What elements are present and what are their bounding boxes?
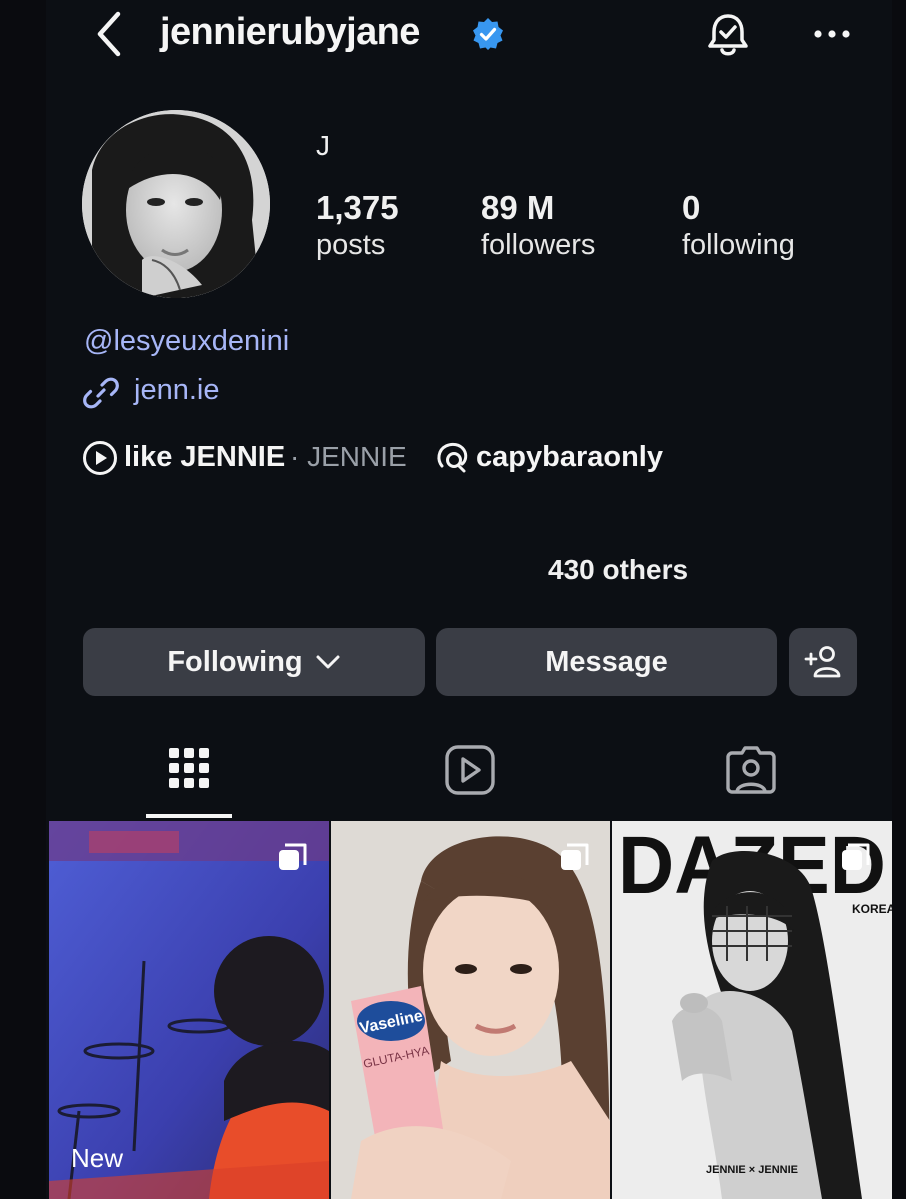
profile-header: jennierubyjane [0, 0, 906, 70]
new-post-badge: New [71, 1143, 124, 1173]
threads-handle[interactable]: capybaraonly [476, 441, 663, 474]
post-tile[interactable]: DAZED KOREA JENNIE × JENNIE [612, 821, 892, 1199]
tab-tagged[interactable] [723, 742, 779, 798]
followed-by-text[interactable]: 430 others [548, 554, 688, 586]
music-song-title[interactable]: like JENNIE [124, 441, 285, 474]
profile-music-row: like JENNIE · JENNIE capybaraonly [82, 438, 782, 478]
website-link-text: jenn.ie [134, 374, 220, 406]
profile-avatar[interactable] [82, 110, 270, 298]
screen-edge-right [892, 0, 906, 1199]
tab-grid[interactable] [161, 742, 217, 798]
tab-selected-indicator [146, 814, 232, 818]
grid-icon [169, 748, 209, 788]
suggested-people-button[interactable] [789, 628, 857, 696]
following-button-label: Following [167, 645, 303, 678]
music-artist: · JENNIE [290, 441, 407, 472]
threads-icon[interactable] [434, 440, 470, 476]
notifications-button[interactable] [704, 10, 752, 60]
verified-badge-icon [470, 16, 506, 52]
tagged-icon [726, 746, 776, 794]
stat-label: followers [481, 229, 596, 261]
post-tile[interactable]: Vaseline GLUTA-HYA [331, 821, 610, 1199]
back-button[interactable] [92, 10, 132, 58]
reels-icon [445, 745, 495, 795]
stat-value: 0 [682, 189, 701, 226]
stat-label: following [682, 229, 795, 261]
stat-value: 1,375 [316, 189, 399, 226]
link-icon [83, 377, 119, 409]
stat-posts[interactable]: 1,375 posts [316, 190, 399, 264]
dazed-caption-text: JENNIE × JENNIE [706, 1164, 798, 1176]
profile-display-name: J [316, 130, 330, 161]
following-button[interactable]: Following [83, 628, 425, 696]
stat-label: posts [316, 229, 386, 261]
profile-username: jennierubyjane [160, 11, 420, 53]
post-tile[interactable]: New [49, 821, 329, 1199]
dazed-sub-text: KOREA [852, 902, 892, 916]
stat-value: 89 M [481, 189, 555, 226]
more-horizontal-icon [814, 30, 850, 38]
play-circle-icon[interactable] [82, 440, 118, 476]
chevron-down-icon [316, 655, 340, 669]
more-options-button[interactable] [810, 22, 854, 46]
chevron-left-icon [97, 11, 121, 57]
screen-edge-left [0, 0, 46, 1199]
stat-following[interactable]: 0 following [682, 190, 795, 264]
carousel-icon [561, 843, 589, 870]
add-person-icon [804, 646, 841, 678]
carousel-icon [279, 843, 307, 870]
message-button-label: Message [545, 645, 668, 678]
bio-mention-link[interactable]: @lesyeuxdenini [84, 325, 289, 358]
bell-check-icon [708, 14, 748, 56]
tab-reels[interactable] [442, 742, 498, 798]
carousel-icon [842, 843, 870, 870]
message-button[interactable]: Message [436, 628, 777, 696]
stat-followers[interactable]: 89 M followers [481, 190, 595, 264]
